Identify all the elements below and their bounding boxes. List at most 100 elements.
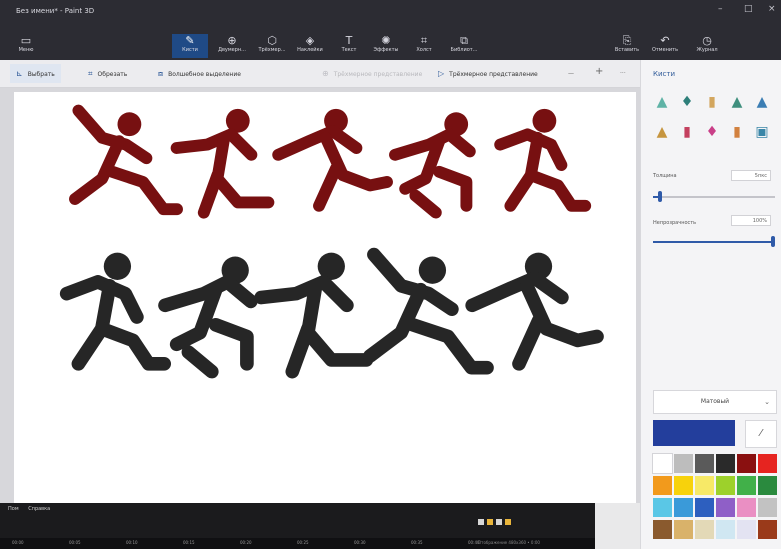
faded-label: Трёхмерное представление — [333, 71, 423, 78]
magic-select-button[interactable]: ⧈ Волшебное выделение — [158, 68, 241, 80]
thickness-slider[interactable] — [658, 191, 663, 202]
tool-effects-button[interactable]: ✺ Эффекты — [368, 34, 404, 58]
palette-swatch[interactable] — [674, 476, 693, 495]
history-label: Журнал — [696, 47, 718, 53]
palette-swatch[interactable] — [674, 520, 693, 539]
crop-button[interactable]: ⌗ Обрезать — [88, 68, 127, 80]
material-dropdown[interactable]: Матовый ⌄ — [653, 390, 777, 414]
drawing-canvas[interactable] — [14, 92, 636, 503]
palette-swatch[interactable] — [737, 498, 756, 517]
palette-swatch[interactable] — [674, 498, 693, 517]
overlay-menu-item[interactable]: Пом — [8, 506, 19, 512]
runner-figure — [170, 108, 275, 219]
eraser-icon[interactable]: ▮ — [678, 122, 696, 142]
undo-button[interactable]: ↶ Отменить — [648, 34, 682, 58]
palette-swatch[interactable] — [758, 454, 777, 473]
current-color-swatch[interactable] — [653, 420, 735, 446]
runner-figure — [158, 256, 258, 379]
palette-swatch[interactable] — [674, 454, 693, 473]
close-button[interactable]: × — [768, 4, 776, 14]
tool-shapes2d-button[interactable]: ⊕ Двумерн... — [214, 34, 250, 58]
tool-stickers-button[interactable]: ◈ Наклейки — [292, 34, 328, 58]
runners-drawing — [59, 104, 604, 379]
crayon-icon[interactable]: ♦ — [703, 122, 721, 142]
magic-select-label: Волшебное выделение — [168, 71, 241, 78]
palette-swatch[interactable] — [758, 520, 777, 539]
runner-row-bottom — [59, 247, 604, 379]
runner-figure — [254, 252, 374, 379]
thickness-field[interactable]: 5пкс — [731, 170, 771, 181]
pixel-pen-icon[interactable]: ▲ — [753, 92, 771, 112]
window-icon[interactable] — [496, 519, 502, 525]
canvas-area — [0, 88, 640, 503]
palette-swatch[interactable] — [758, 498, 777, 517]
chevron-down-icon: ⌄ — [764, 398, 770, 406]
palette-swatch[interactable] — [652, 453, 673, 474]
zoom-out-button[interactable]: — — [568, 68, 574, 80]
select-icon: ⊾ — [16, 69, 23, 78]
folder-icon[interactable] — [487, 519, 493, 525]
tool-brushes-button[interactable]: ✎ Кисти — [172, 34, 208, 58]
tool-label: Холст — [416, 47, 432, 53]
panel-title: Кисти — [653, 70, 675, 78]
watercolor-icon[interactable]: ▲ — [728, 92, 746, 112]
palette-swatch[interactable] — [653, 520, 672, 539]
palette-swatch[interactable] — [716, 454, 735, 473]
history-button[interactable]: ◷ Журнал — [690, 34, 724, 58]
menu-button[interactable]: ▭ Меню — [8, 34, 44, 58]
tool-text-button[interactable]: T Текст — [331, 34, 367, 58]
tool-label: Наклейки — [297, 47, 323, 53]
palette-swatch[interactable] — [737, 520, 756, 539]
eyedropper-button[interactable]: ⁄ — [745, 420, 777, 448]
file-icon[interactable] — [478, 519, 484, 525]
fill-icon[interactable]: ▣ — [753, 122, 771, 142]
undo-label: Отменить — [651, 47, 679, 53]
crop-label: Обрезать — [97, 71, 128, 78]
zoom-in-button[interactable]: + — [595, 66, 603, 78]
palette-swatch[interactable] — [716, 520, 735, 539]
magic-select-icon: ⧈ — [158, 69, 164, 78]
select-button[interactable]: ⊾ Выбрать — [10, 64, 61, 83]
palette-swatch[interactable] — [695, 498, 714, 517]
palette-swatch[interactable] — [695, 520, 714, 539]
note-icon[interactable] — [505, 519, 511, 525]
timeline-tick-label: 00:30 — [354, 540, 366, 545]
tool-library-button[interactable]: ⧉ Библиот... — [446, 34, 482, 58]
view-3d-icon: ▷ — [438, 69, 445, 78]
overlay-menu-item[interactable]: Справка — [28, 506, 50, 512]
tool-label: Эффекты — [373, 47, 399, 53]
sticker-icon: ◈ — [305, 34, 315, 47]
calligraphy-pen-icon[interactable]: ♦ — [678, 92, 696, 112]
paste-button[interactable]: ⎘ Вставить — [610, 34, 644, 58]
pencil-icon[interactable]: ▲ — [653, 122, 671, 142]
timeline-tick-label: 00:20 — [240, 540, 252, 545]
opacity-fill — [653, 241, 775, 243]
text-icon: T — [345, 34, 353, 47]
palette-swatch[interactable] — [695, 476, 714, 495]
timeline-tick-label: 00:25 — [297, 540, 309, 545]
palette-swatch[interactable] — [716, 498, 735, 517]
minimize-button[interactable]: – — [718, 4, 723, 14]
tool-canvas-button[interactable]: ⌗ Холст — [406, 34, 442, 58]
palette-swatch[interactable] — [716, 476, 735, 495]
opacity-slider[interactable] — [771, 236, 775, 247]
spray-can-icon[interactable]: ▮ — [728, 122, 746, 142]
history-icon: ◷ — [702, 34, 712, 47]
overlay-status: Отображение 480x360 • 0:00 — [478, 540, 540, 545]
oil-brush-icon[interactable]: ▮ — [703, 92, 721, 112]
palette-swatch[interactable] — [758, 476, 777, 495]
tool-shapes3d-button[interactable]: ⬡ Трёхмер... — [254, 34, 290, 58]
palette-swatch[interactable] — [737, 476, 756, 495]
tool-label: Текст — [341, 47, 357, 53]
more-options-button[interactable]: ··· — [620, 68, 626, 80]
eyedropper-icon: ⁄ — [760, 428, 762, 439]
view-3d-button[interactable]: ▷ Трёхмерное представление — [438, 68, 538, 80]
palette-swatch[interactable] — [695, 454, 714, 473]
opacity-field[interactable]: 100% — [731, 215, 771, 226]
palette-swatch[interactable] — [653, 476, 672, 495]
palette-swatch[interactable] — [653, 498, 672, 517]
runner-figure — [465, 252, 604, 371]
maximize-button[interactable]: □ — [744, 4, 753, 14]
marker-icon[interactable]: ▲ — [653, 92, 671, 112]
palette-swatch[interactable] — [737, 454, 756, 473]
